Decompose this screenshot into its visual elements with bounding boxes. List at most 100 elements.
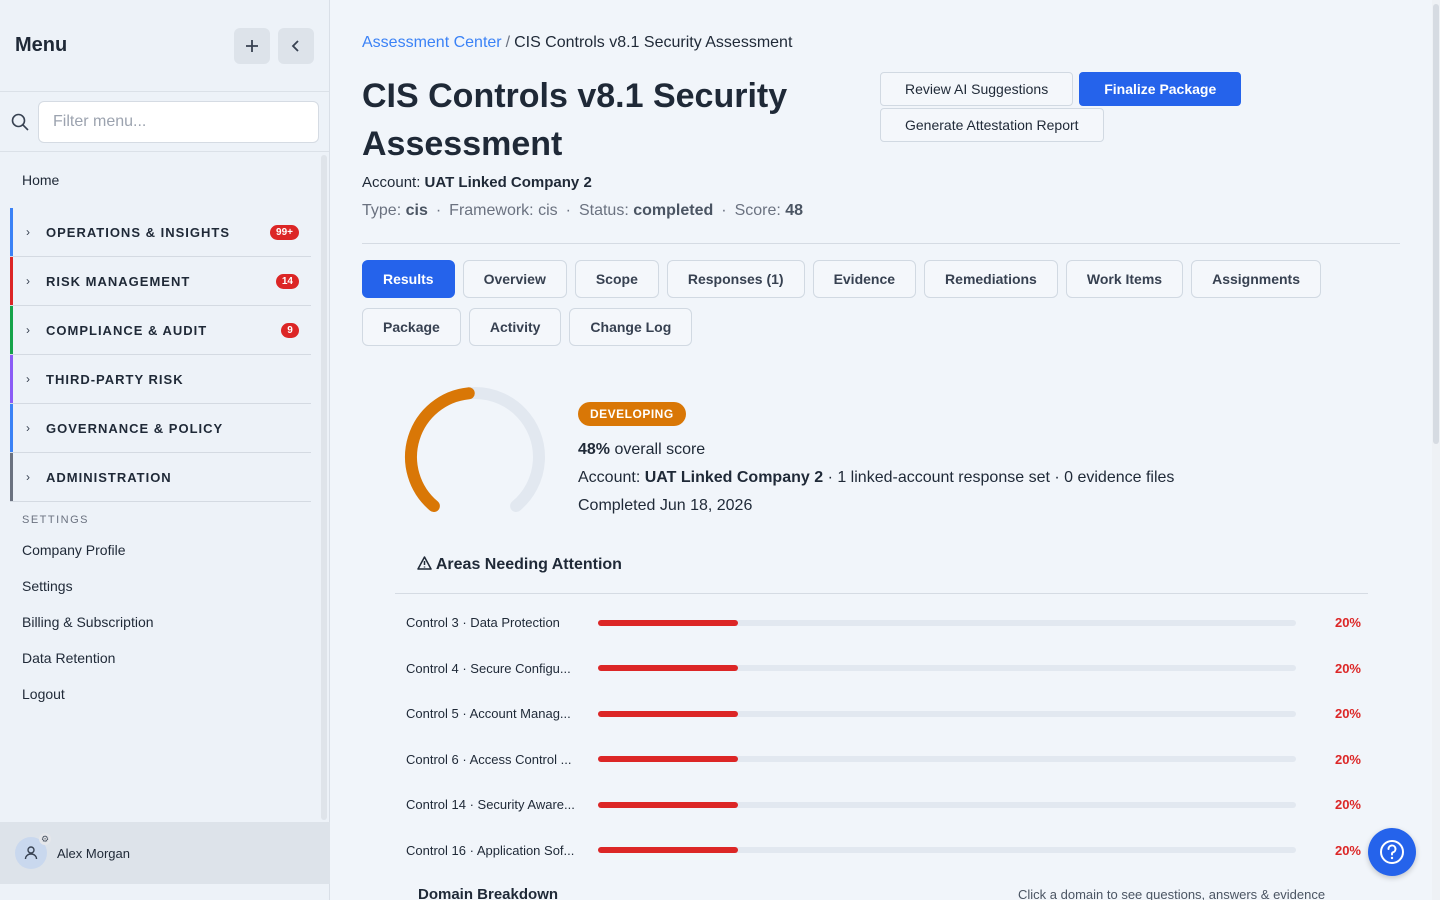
user-name: Alex Morgan [57, 845, 130, 861]
sidebar: Menu Home › OPERATIONS & INSIGHTS 99+ › RISK… [0, 0, 330, 900]
sidebar-search [0, 92, 329, 152]
sidebar-section-third-party-risk[interactable]: › THIRD-PARTY RISK [10, 355, 311, 404]
settings-section-label: SETTINGS [22, 514, 90, 526]
sidebar-section-administration[interactable]: › ADMINISTRATION [10, 453, 311, 502]
tab-work-items[interactable]: Work Items [1065, 260, 1184, 298]
sidebar-section-label: OPERATIONS & INSIGHTS [46, 224, 230, 240]
breadcrumb-current: CIS Controls v8.1 Security Assessment [514, 34, 793, 51]
attention-title: Areas Needing Attention [435, 556, 622, 573]
sidebar-item-data-retention[interactable]: Data Retention [0, 640, 329, 676]
sidebar-section-label: RISK MANAGEMENT [46, 273, 191, 289]
sidebar-item-settings[interactable]: Settings [0, 568, 329, 604]
progress-fill [598, 756, 738, 763]
areas-needing-attention-heading: Areas Needing Attention [417, 556, 622, 574]
sidebar-section-label: THIRD-PARTY RISK [46, 371, 184, 387]
sidebar-section-governance-policy[interactable]: › GOVERNANCE & POLICY [10, 404, 311, 453]
type-label: Type: [362, 202, 402, 219]
filter-menu-input[interactable] [38, 100, 319, 143]
sidebar-item-billing-subscription[interactable]: Billing & Subscription [0, 604, 329, 640]
help-button[interactable] [1368, 828, 1416, 876]
page-scrollbar[interactable] [1432, 0, 1440, 900]
sidebar-item-home[interactable]: Home [0, 152, 329, 208]
sidebar-section-label: COMPLIANCE & AUDIT [46, 322, 208, 338]
chevron-right-icon: › [26, 421, 30, 435]
progress-track [598, 756, 1296, 763]
section-accent-bar [10, 453, 13, 501]
gauge-fill [405, 387, 475, 513]
attention-row[interactable]: Control 4 · Secure Configu... 20% [406, 646, 1366, 692]
progress-fill [598, 801, 738, 808]
help-icon [1380, 840, 1404, 864]
attention-list: Control 3 · Data Protection 20% Control 4 … [406, 600, 1366, 873]
attention-row[interactable]: Control 16 · Application Sof... 20% [406, 828, 1366, 874]
sidebar-section-label: GOVERNANCE & POLICY [46, 420, 224, 436]
page-scrollbar-thumb[interactable] [1433, 4, 1439, 444]
control-score: 20% [1334, 660, 1361, 676]
chevron-right-icon: › [26, 372, 30, 386]
action-buttons: Review AI Suggestions Finalize Package G… [880, 72, 1280, 144]
sidebar-item-company-profile[interactable]: Company Profile [0, 532, 329, 568]
breadcrumb-assessment-center[interactable]: Assessment Center [362, 34, 502, 51]
section-accent-bar [10, 355, 13, 403]
tab-package[interactable]: Package [362, 308, 461, 346]
section-accent-bar [10, 306, 13, 354]
sidebar-item-logout[interactable]: Logout [0, 676, 329, 712]
page-title: CIS Controls v8.1 Security Assessment [362, 77, 788, 163]
summary-account-details: · 1 linked-account response set · 0 evid… [827, 469, 1175, 486]
summary-account: Account: UAT Linked Company 2 · 1 linked… [578, 469, 1174, 487]
review-ai-suggestions-button[interactable]: Review AI Suggestions [880, 72, 1074, 106]
account-label: Account: [362, 174, 421, 191]
divider [362, 243, 1400, 244]
attention-row[interactable]: Control 3 · Data Protection 20% [406, 600, 1366, 646]
control-name: Control 3 · Data Protection [406, 615, 560, 631]
tab-bar: Results Overview Scope Responses (1) Evidenc… [362, 260, 1362, 346]
maturity-level-badge: DEVELOPING [578, 402, 686, 426]
chevron-right-icon: › [26, 323, 30, 337]
attention-row[interactable]: Control 6 · Access Control ... 20% [406, 737, 1366, 783]
sidebar-section-operations-insights[interactable]: › OPERATIONS & INSIGHTS 99+ [10, 208, 311, 257]
search-icon [11, 113, 29, 131]
avatar[interactable]: ⚙ [15, 833, 51, 869]
tab-scope[interactable]: Scope [574, 260, 659, 298]
chevron-left-icon [291, 39, 299, 52]
tab-change-log[interactable]: Change Log [569, 308, 693, 346]
tab-remediations[interactable]: Remediations [924, 260, 1058, 298]
plus-icon [246, 39, 258, 52]
count-badge: 99+ [270, 224, 299, 240]
sidebar-section-compliance-audit[interactable]: › COMPLIANCE & AUDIT 9 [10, 306, 311, 355]
tab-activity[interactable]: Activity [468, 308, 562, 346]
attention-row[interactable]: Control 14 · Security Aware... 20% [406, 782, 1366, 828]
tab-results[interactable]: Results [362, 260, 455, 298]
attention-row[interactable]: Control 5 · Account Manag... 20% [406, 691, 1366, 737]
collapse-sidebar-button[interactable] [278, 27, 314, 64]
tab-overview[interactable]: Overview [462, 260, 567, 298]
tab-responses-1[interactable]: Responses (1) [666, 260, 805, 298]
tab-assignments[interactable]: Assignments [1191, 260, 1321, 298]
generate-attestation-report-button[interactable]: Generate Attestation Report [880, 108, 1104, 142]
add-button[interactable] [234, 27, 270, 64]
control-name: Control 16 · Application Sof... [406, 842, 575, 858]
domain-breakdown-heading: Domain Breakdown [418, 886, 559, 900]
sidebar-title: Menu [15, 34, 68, 56]
control-name: Control 4 · Secure Configu... [406, 660, 571, 676]
completed-date: Completed Jun 18, 2026 [578, 497, 753, 514]
score-value: 48 [785, 202, 804, 219]
control-score: 20% [1334, 615, 1361, 631]
main-content: Assessment Center / CIS Controls v8.1 Secu… [362, 0, 1412, 900]
section-accent-bar [10, 257, 13, 305]
overall-score-label: overall score [614, 441, 706, 458]
sidebar-header: Menu [0, 0, 329, 92]
user-icon [24, 846, 38, 860]
progress-track [598, 619, 1296, 626]
control-name: Control 14 · Security Aware... [406, 797, 575, 813]
tab-evidence[interactable]: Evidence [812, 260, 917, 298]
sidebar-section-risk-management[interactable]: › RISK MANAGEMENT 14 [10, 257, 311, 306]
finalize-package-button[interactable]: Finalize Package [1079, 72, 1242, 106]
chevron-right-icon: › [26, 225, 30, 239]
user-footer[interactable]: ⚙ Alex Morgan [0, 822, 330, 884]
progress-fill [598, 847, 738, 854]
status-label: Status: [578, 202, 629, 219]
progress-fill [598, 619, 738, 626]
sidebar-scrollbar[interactable] [321, 155, 327, 820]
section-accent-bar [10, 404, 13, 452]
